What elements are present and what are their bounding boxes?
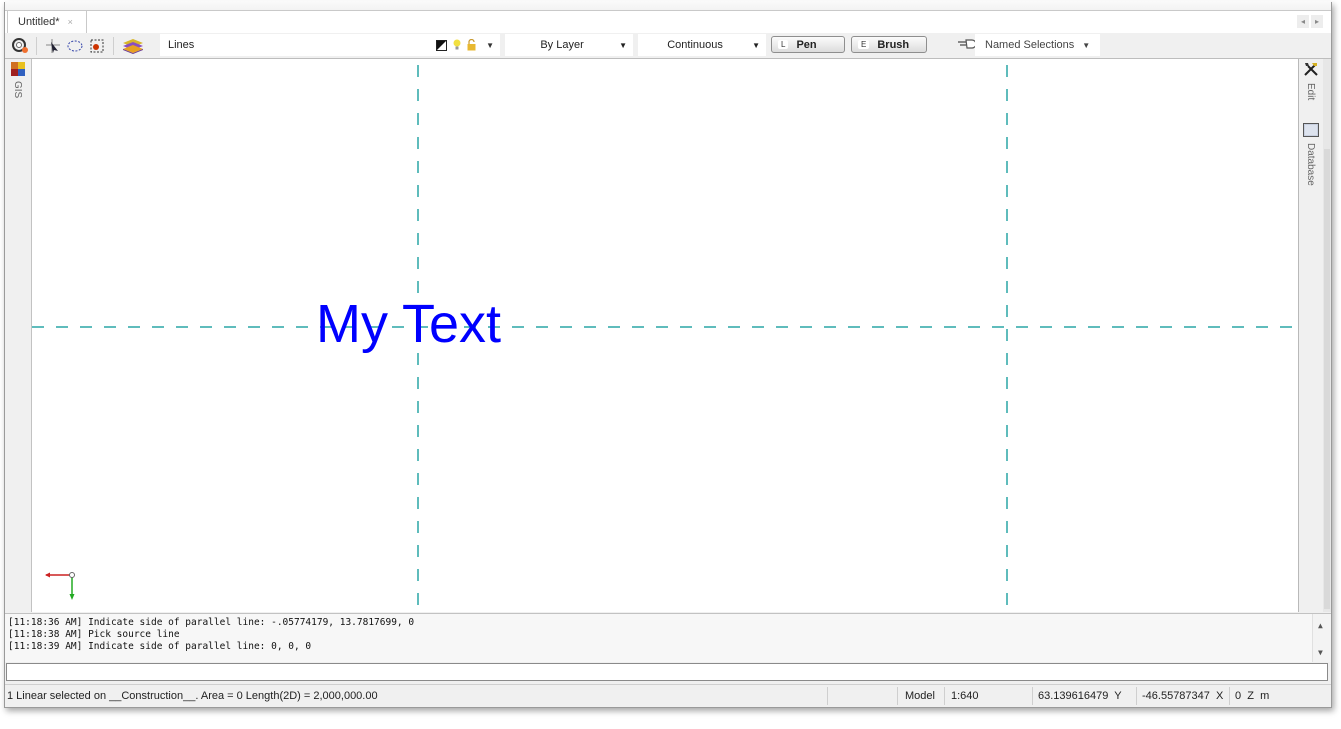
layer-dropdown-arrow[interactable]: ▼ [486, 41, 494, 50]
tab-label: Untitled* [18, 16, 60, 28]
model-space-toggle[interactable]: Model [905, 685, 935, 707]
current-layer-name: Lines [168, 39, 195, 51]
right-scrollbar[interactable] [1323, 59, 1331, 612]
brush-button[interactable]: E Brush [851, 36, 927, 53]
right-dock-tab-edit[interactable]: Edit [1305, 83, 1316, 100]
canvas-graphics [32, 59, 1298, 612]
chevron-down-icon: ▼ [752, 40, 760, 50]
y-value: 63.139616479 [1038, 690, 1109, 702]
right-dock-tab-database[interactable]: Database [1305, 143, 1316, 186]
status-separator [1136, 687, 1137, 705]
history-line: [11:18:39 AM] Indicate side of parallel … [8, 641, 312, 652]
lasso-select-icon[interactable] [64, 35, 86, 57]
pointing-hand-icon[interactable] [957, 36, 977, 55]
status-bar: 1 Linear selected on __Construction__. A… [5, 684, 1331, 707]
select-arrow-icon[interactable] [42, 35, 64, 57]
status-separator [827, 687, 828, 705]
pen-label: Pen [796, 38, 817, 51]
drawing-canvas[interactable]: My Text [32, 59, 1299, 612]
toolbar-separator [113, 36, 114, 55]
x-coordinate: -46.55787347 X [1142, 685, 1223, 707]
history-scrollbar[interactable]: ▲ ▼ [1312, 614, 1331, 662]
scroll-left-icon[interactable]: ◂ [1297, 15, 1309, 28]
z-label: Z [1247, 690, 1254, 702]
status-separator [944, 687, 945, 705]
named-selections-label: Named Selections [985, 39, 1075, 51]
layer-selector[interactable]: Lines ▼ [160, 34, 500, 56]
color-combo-value: By Layer [540, 39, 584, 51]
layer-visibility-bulb-icon[interactable] [453, 39, 461, 51]
linetype-combo-value: Continuous [667, 39, 723, 51]
z-value: 0 [1235, 690, 1242, 702]
scroll-right-icon[interactable]: ▸ [1311, 15, 1323, 28]
main-toolbar: Lines ▼ By Layer ▼ Continuous ▼ L Pen E [5, 33, 1331, 59]
drawing-scale[interactable]: 1:640 [951, 685, 979, 707]
units: m [1260, 690, 1270, 702]
app-window: Untitled* × ◂ ▸ Lines ▼ By Layer ▼ Conti… [4, 1, 1332, 708]
layer-lock-icon[interactable] [467, 39, 476, 51]
tab-scroll-buttons: ◂ ▸ [1297, 15, 1323, 28]
command-history: [11:18:36 AM] Indicate side of parallel … [5, 613, 1331, 662]
y-label: Y [1114, 690, 1122, 702]
text-object[interactable]: My Text [316, 294, 501, 354]
named-selections-dropdown[interactable]: Named Selections ▼ [975, 34, 1100, 56]
z-coordinate: 0 Z m [1235, 685, 1269, 707]
status-separator [1229, 687, 1230, 705]
linetype-combo[interactable]: Continuous ▼ [638, 34, 766, 56]
database-table-icon[interactable] [1303, 123, 1319, 140]
toolbar-separator [36, 36, 37, 55]
ucs-origin [69, 572, 75, 578]
left-dock-tab-gis[interactable]: GIS [12, 81, 23, 98]
right-dock-panel: Edit Database [1299, 59, 1323, 612]
scrollbar-thumb[interactable] [1324, 149, 1330, 609]
tab-untitled[interactable]: Untitled* × [7, 11, 87, 33]
ucs-y-arrow [69, 594, 75, 600]
command-input[interactable] [6, 663, 1328, 681]
window-select-icon[interactable] [86, 35, 108, 57]
brush-shortcut-key: E [858, 40, 870, 49]
gis-icon[interactable] [11, 62, 25, 79]
color-combo[interactable]: By Layer ▼ [505, 34, 633, 56]
scroll-down-icon[interactable]: ▼ [1318, 648, 1323, 657]
layers-icon[interactable] [119, 35, 147, 57]
ucs-x-arrow [45, 572, 50, 578]
history-line: [11:18:36 AM] Indicate side of parallel … [8, 617, 415, 628]
close-tab-icon[interactable]: × [68, 17, 73, 27]
selection-info: 1 Linear selected on __Construction__. A… [7, 690, 378, 702]
pen-button[interactable]: L Pen [771, 36, 845, 53]
scroll-up-icon[interactable]: ▲ [1318, 621, 1323, 630]
snap-settings-icon[interactable] [9, 35, 31, 57]
y-coordinate: 63.139616479 Y [1038, 685, 1122, 707]
history-line: [11:18:38 AM] Pick source line [8, 629, 180, 640]
status-separator [897, 687, 898, 705]
chevron-down-icon: ▼ [1082, 40, 1091, 50]
hammer-wrench-icon[interactable] [1303, 61, 1319, 80]
brush-label: Brush [877, 38, 910, 51]
left-dock-panel: GIS [5, 59, 32, 612]
chevron-down-icon: ▼ [619, 40, 627, 50]
document-tab-bar: Untitled* × ◂ ▸ [5, 10, 1331, 34]
x-label: X [1216, 690, 1224, 702]
layer-color-icon[interactable] [436, 39, 448, 51]
status-separator [1032, 687, 1033, 705]
x-value: -46.55787347 [1142, 690, 1210, 702]
pen-shortcut-key: L [778, 40, 789, 49]
